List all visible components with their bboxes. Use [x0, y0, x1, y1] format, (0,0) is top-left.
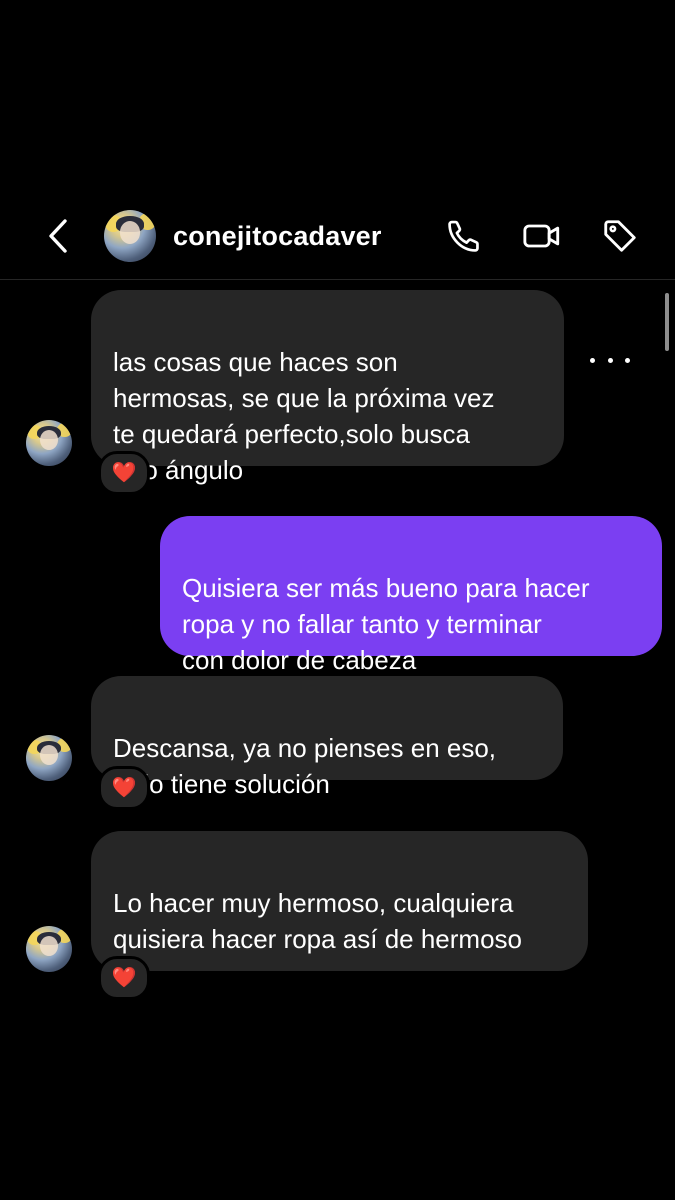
back-button[interactable] [38, 216, 78, 256]
heart-icon: ❤️ [111, 462, 137, 484]
chat-username[interactable]: conejitocadaver [173, 220, 382, 252]
video-call-button[interactable] [522, 216, 562, 256]
received-message-bubble[interactable]: Descansa, ya no pienses en eso, todo tie… [91, 676, 563, 799]
received-message-bubble[interactable]: las cosas que haces son hermosas, se que… [91, 290, 564, 485]
heart-reaction[interactable]: ❤️ [98, 766, 150, 810]
sender-avatar[interactable] [26, 420, 72, 466]
sender-avatar[interactable] [26, 735, 72, 781]
received-message-bubble[interactable]: Lo hacer muy hermoso, cualquiera quisier… [91, 831, 588, 971]
more-dot-icon [625, 357, 630, 363]
sender-avatar[interactable] [26, 926, 72, 972]
message-options-button[interactable] [590, 350, 630, 370]
tag-button[interactable] [600, 216, 640, 256]
heart-reaction[interactable]: ❤️ [98, 956, 150, 1000]
heart-icon: ❤️ [111, 777, 137, 799]
phone-icon [448, 220, 479, 252]
sent-message-bubble[interactable]: Quisiera ser más bueno para hacer ropa y… [160, 516, 662, 675]
chat-header: conejitocadaver [0, 200, 675, 280]
heart-reaction[interactable]: ❤️ [98, 451, 150, 495]
profile-avatar[interactable] [104, 210, 156, 262]
more-dot-icon [590, 357, 595, 363]
message-text: las cosas que haces son hermosas, se que… [113, 347, 495, 485]
message-text: Descansa, ya no pienses en eso, todo tie… [113, 733, 497, 799]
video-camera-icon [523, 224, 560, 248]
more-dot-icon [607, 357, 613, 363]
heart-icon: ❤️ [111, 967, 137, 989]
tag-icon [604, 220, 636, 252]
message-text: Lo hacer muy hermoso, cualquiera quisier… [113, 888, 523, 954]
audio-call-button[interactable] [444, 216, 484, 256]
scrollbar[interactable] [665, 293, 669, 351]
chevron-left-icon [49, 219, 67, 253]
message-text: Quisiera ser más bueno para hacer ropa y… [182, 573, 590, 675]
